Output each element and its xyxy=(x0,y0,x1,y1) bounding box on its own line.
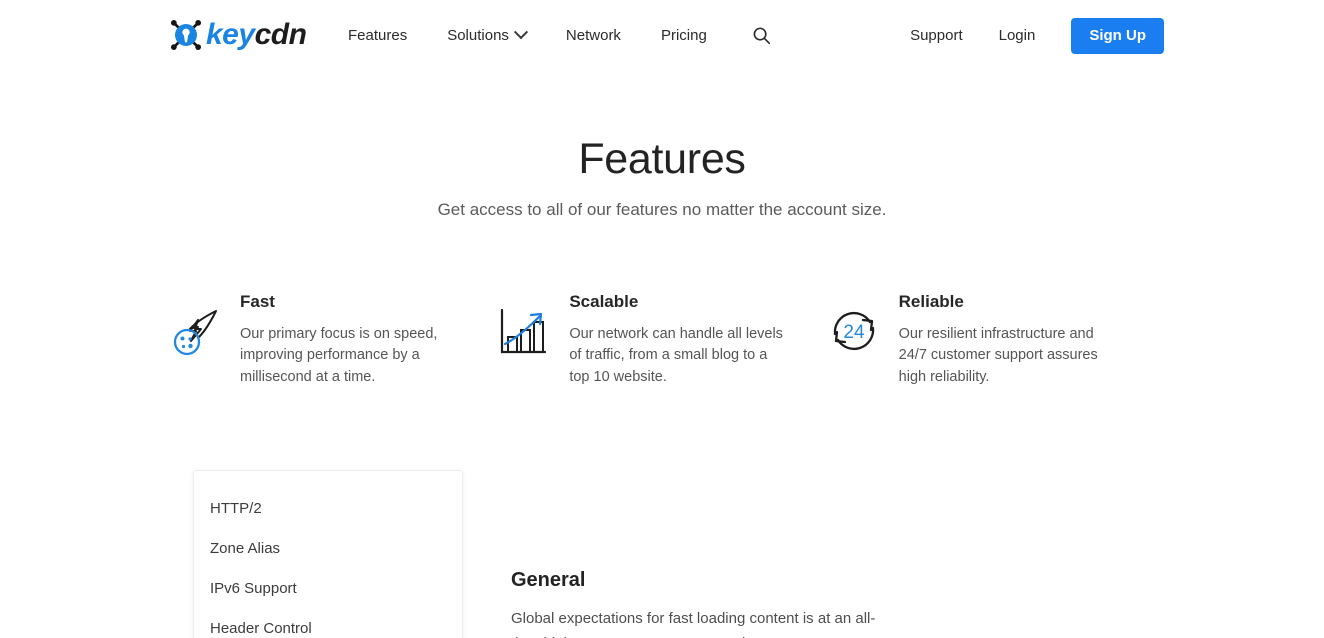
feature-card-title: Reliable xyxy=(898,292,964,312)
svg-text:24: 24 xyxy=(843,322,865,343)
nav-item-pricing[interactable]: Pricing xyxy=(661,27,707,44)
feature-list-item-http2[interactable]: HTTP/2 xyxy=(194,489,462,529)
comet-speed-icon-svg xyxy=(173,310,217,356)
feature-highlights: Fast Our primary focus is on speed, impr… xyxy=(0,292,1324,388)
logo-text-key: key xyxy=(206,18,255,51)
login-link[interactable]: Login xyxy=(999,19,1036,53)
bar-chart-growth-icon xyxy=(497,292,559,358)
feature-list-item-header-control[interactable]: Header Control xyxy=(194,609,462,638)
search-icon[interactable] xyxy=(751,24,773,46)
logo-mark-svg xyxy=(170,19,202,51)
feature-card-title: Fast xyxy=(240,292,275,312)
signup-button[interactable]: Sign Up xyxy=(1071,18,1164,54)
general-heading: General xyxy=(511,569,586,592)
keycdn-keyhole-logo-icon xyxy=(168,17,204,53)
feature-card-scalable-body: Scalable Our network can handle all leve… xyxy=(559,292,784,388)
chevron-down-icon xyxy=(513,25,528,40)
main-navigation: Features Solutions Network Pricing xyxy=(348,24,773,46)
nav-label-pricing: Pricing xyxy=(660,26,707,44)
refresh-24-icon-svg: 24 xyxy=(833,312,874,351)
feature-card-fast: Fast Our primary focus is on speed, impr… xyxy=(168,292,497,388)
logo-wordmark: keycdn xyxy=(206,18,307,51)
refresh-24-icon: 24 xyxy=(827,292,889,356)
feature-card-reliable-body: Reliable Our resilient infrastructure an… xyxy=(889,292,1114,388)
logo-text-cdn: cdn xyxy=(254,18,307,51)
features-detail-section: HTTP/2 Zone Alias IPv6 Support Header Co… xyxy=(0,470,1324,638)
nav-item-network[interactable]: Network xyxy=(566,27,621,44)
feature-card-title: Scalable xyxy=(569,292,639,312)
feature-list-item-ipv6-support[interactable]: IPv6 Support xyxy=(194,569,462,609)
feature-card-text: Our network can handle all levels of tra… xyxy=(569,325,783,385)
general-section: General Global expectations for fast loa… xyxy=(511,470,891,638)
general-paragraph: Global expectations for fast loading con… xyxy=(511,610,876,638)
nav-label-solutions: Solutions xyxy=(447,26,509,44)
search-icon-svg xyxy=(753,27,771,44)
feature-card-fast-body: Fast Our primary focus is on speed, impr… xyxy=(230,292,450,388)
nav-item-solutions[interactable]: Solutions xyxy=(447,25,528,44)
nav-label-network: Network xyxy=(565,26,621,44)
support-link[interactable]: Support xyxy=(910,19,963,53)
bar-chart-growth-icon-svg xyxy=(501,309,547,354)
page-title: Features xyxy=(578,135,746,183)
nav-item-features[interactable]: Features xyxy=(348,27,407,44)
feature-list-panel: HTTP/2 Zone Alias IPv6 Support Header Co… xyxy=(193,470,463,638)
header-actions: Support Login Sign Up xyxy=(910,18,1164,54)
hero-section: Features Get access to all of our featur… xyxy=(0,135,1324,220)
site-header: keycdn Features Solutions Network Pricin… xyxy=(0,0,1324,68)
logo-link[interactable]: keycdn xyxy=(168,17,307,53)
feature-card-reliable: 24 Reliable Our resilient infrastructure… xyxy=(827,292,1156,388)
feature-card-scalable: Scalable Our network can handle all leve… xyxy=(497,292,826,388)
feature-card-text: Our primary focus is on speed, improving… xyxy=(240,325,438,385)
page-subtitle: Get access to all of our features no mat… xyxy=(437,200,887,220)
comet-speed-icon xyxy=(168,292,230,362)
feature-list-item-zone-alias[interactable]: Zone Alias xyxy=(194,529,462,569)
feature-card-text: Our resilient infrastructure and 24/7 cu… xyxy=(898,325,1098,385)
nav-label-features: Features xyxy=(348,26,408,44)
